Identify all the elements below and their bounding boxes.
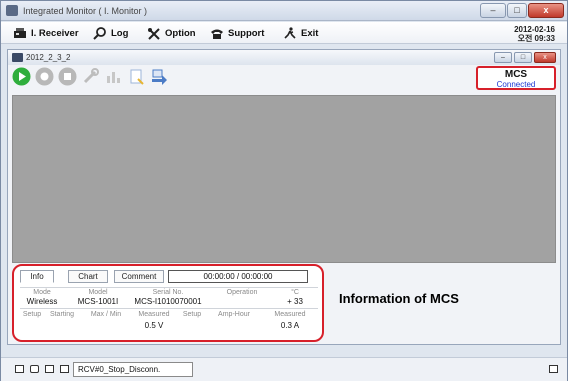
- menu-label-option: Option: [165, 27, 196, 39]
- date-text: 2012-02-16: [514, 25, 555, 34]
- session-title: 2012_2_3_2: [26, 53, 71, 62]
- menu-item-receiver[interactable]: I. Receiver: [13, 26, 79, 40]
- record-icon[interactable]: [35, 67, 54, 86]
- header-measured-voltage: Measured: [138, 311, 170, 318]
- link-icon[interactable]: [30, 365, 39, 373]
- datetime: 2012-02-16 오전 09:33: [514, 25, 555, 43]
- header-setup-voltage: Setup: [22, 311, 42, 318]
- header-temperature: °C: [291, 289, 299, 296]
- menu-label-receiver: I. Receiver: [31, 27, 79, 39]
- value-measured-current: 0.3 A: [280, 321, 300, 330]
- title-bar: Integrated Monitor ( I. Monitor ) – □ x: [1, 1, 567, 21]
- header-mode: Mode: [33, 289, 51, 296]
- minimize-button[interactable]: –: [480, 3, 506, 18]
- tab-chart[interactable]: Chart: [68, 270, 108, 283]
- monitor-icon[interactable]: [549, 365, 558, 373]
- report-icon[interactable]: [127, 67, 146, 86]
- mcs-connection-status: Connected: [496, 80, 536, 89]
- export-icon[interactable]: [150, 67, 169, 86]
- session-close-button[interactable]: x: [534, 52, 556, 63]
- header-model: Model: [88, 289, 108, 296]
- maximize-button[interactable]: □: [507, 3, 527, 18]
- receiver-icon: [14, 27, 26, 38]
- header-setup-current: Setup: [182, 311, 202, 318]
- header-amp-hour: Amp-Hour: [218, 311, 250, 318]
- tools-icon: [148, 27, 160, 40]
- header-max-min: Max / Min: [90, 311, 122, 318]
- header-operation: Operation: [226, 289, 258, 296]
- value-mode: Wireless: [26, 297, 58, 306]
- menu-bar: I. Receiver Log Option Support Exit 2012…: [1, 22, 567, 44]
- menu-item-exit[interactable]: Exit: [283, 26, 318, 40]
- wrench-icon[interactable]: [81, 67, 100, 86]
- info-caption: Information of MCS: [339, 291, 459, 306]
- session-title-bar: 2012_2_3_2 – □ x: [8, 50, 560, 65]
- receiver-status-field: RCV#0_Stop_Disconn.: [73, 362, 193, 377]
- time-text: 오전 09:33: [517, 34, 555, 43]
- mcs-name: MCS: [504, 69, 528, 80]
- menu-label-support: Support: [228, 27, 265, 39]
- monitor-panel: [12, 95, 556, 263]
- search-icon: [93, 26, 106, 40]
- value-serial: MCS-I1010070001: [134, 297, 202, 306]
- header-starting: Starting: [49, 311, 75, 318]
- main-window: Integrated Monitor ( I. Monitor ) – □ x …: [0, 0, 568, 381]
- divider: [20, 308, 318, 309]
- menu-item-support[interactable]: Support: [210, 26, 264, 40]
- exit-icon: [284, 26, 296, 39]
- info-panel: Info Chart Comment 00:00:00 / 00:00:00 M…: [12, 264, 324, 342]
- session-maximize-button[interactable]: □: [514, 52, 532, 63]
- header-measured-current: Measured: [274, 311, 306, 318]
- window-icon[interactable]: [15, 365, 24, 373]
- grid-icon[interactable]: [45, 365, 54, 373]
- value-temperature: + 33: [287, 297, 303, 306]
- session-minimize-button[interactable]: –: [494, 52, 512, 63]
- mcs-status-box[interactable]: MCS Connected: [476, 66, 556, 90]
- header-serial: Serial No.: [152, 289, 184, 296]
- menu-label-exit: Exit: [301, 27, 319, 39]
- value-measured-voltage: 0.5 V: [144, 321, 164, 330]
- close-button[interactable]: x: [528, 3, 564, 18]
- session-window: 2012_2_3_2 – □ x MCS Connected Info Char…: [7, 49, 561, 345]
- list-icon[interactable]: [60, 365, 69, 373]
- menu-item-log[interactable]: Log: [93, 26, 128, 40]
- receiver-icon: [12, 53, 23, 62]
- phone-icon: [211, 29, 223, 39]
- tab-info[interactable]: Info: [20, 270, 54, 283]
- app-icon: [6, 5, 18, 16]
- chart-icon[interactable]: [104, 67, 123, 86]
- elapsed-timer: 00:00:00 / 00:00:00: [168, 270, 308, 283]
- divider: [20, 287, 318, 288]
- tab-comment[interactable]: Comment: [114, 270, 164, 283]
- value-model: MCS-1001I: [77, 297, 119, 306]
- play-icon[interactable]: [12, 67, 31, 86]
- menu-item-option[interactable]: Option: [147, 26, 196, 40]
- status-bar: RCV#0_Stop_Disconn.: [1, 357, 567, 381]
- stop-icon[interactable]: [58, 67, 77, 86]
- window-title: Integrated Monitor ( I. Monitor ): [23, 6, 148, 16]
- menu-label-log: Log: [111, 27, 129, 39]
